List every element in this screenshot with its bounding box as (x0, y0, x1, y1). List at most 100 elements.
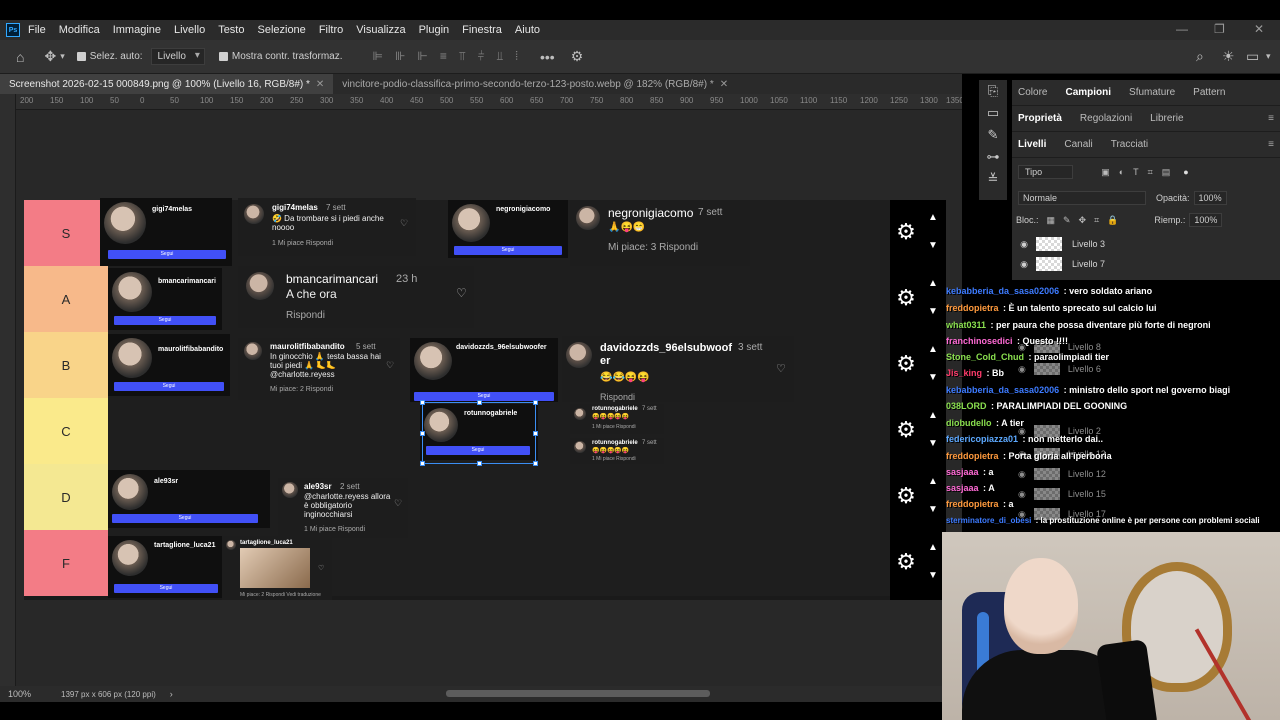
tab-sfumature[interactable]: Sfumature (1129, 87, 1175, 98)
chevron-up-icon[interactable]: ▲ (928, 344, 938, 355)
transform-handle[interactable] (420, 431, 425, 436)
menu-filtro[interactable]: Filtro (319, 24, 343, 36)
heart-icon[interactable]: ♡ (318, 564, 324, 572)
opacity-input[interactable]: 100% (1193, 191, 1227, 205)
gear-icon[interactable]: ⚙ (571, 48, 584, 65)
menu-testo[interactable]: Testo (218, 24, 244, 36)
tab-librerie[interactable]: Librerie (1150, 113, 1183, 124)
blend-mode-dropdown[interactable]: Normale (1018, 191, 1147, 205)
align-bottom-icon[interactable]: ⫫ (497, 49, 504, 64)
menu-finestra[interactable]: Finestra (462, 24, 502, 36)
chevron-down-icon[interactable]: ▼ (928, 438, 938, 449)
eye-icon[interactable]: ◉ (1012, 239, 1036, 250)
chevron-up-icon[interactable]: ▲ (928, 278, 938, 289)
transform-handle[interactable] (420, 400, 425, 405)
gear-icon[interactable]: ⚙ (894, 550, 918, 574)
workspace-icon[interactable]: ▭ (1246, 48, 1259, 65)
brightness-icon[interactable]: ☀ (1222, 48, 1235, 65)
chevron-down-icon[interactable]: ▼ (928, 570, 938, 581)
workspace-chevron-icon[interactable]: ▾ (1266, 51, 1271, 62)
heart-icon[interactable]: ♡ (776, 362, 786, 375)
profile-card[interactable]: negronigiacomo Segui (448, 200, 568, 258)
move-tool-icon[interactable]: ✥ (44, 48, 56, 65)
gear-icon[interactable]: ⚙ (894, 220, 918, 244)
auto-select-checkbox[interactable] (76, 51, 90, 63)
follow-button[interactable]: Segui (108, 250, 226, 259)
minimize-icon[interactable]: — (1176, 22, 1188, 36)
profile-card[interactable]: bmancarimancari Segui (108, 268, 222, 330)
transform-handle[interactable] (533, 431, 538, 436)
menu-modifica[interactable]: Modifica (59, 24, 100, 36)
follow-button[interactable]: Segui (112, 514, 258, 523)
align-right-icon[interactable]: ⊩ (417, 49, 427, 64)
tab-tracciati[interactable]: Tracciati (1111, 139, 1148, 150)
more-options-icon[interactable]: ••• (540, 49, 555, 65)
search-icon[interactable]: ⌕ (1196, 48, 1204, 65)
close-window-icon[interactable]: ✕ (1254, 22, 1264, 36)
layer-row[interactable]: ◉ Livello 3 (1012, 234, 1280, 254)
horizontal-scrollbar[interactable] (446, 690, 710, 697)
layer-kind-filter[interactable]: Tipo (1018, 165, 1074, 179)
profile-card[interactable]: tartaglione_luca21 Segui (108, 536, 224, 598)
heart-icon[interactable]: ♡ (456, 286, 467, 300)
menu-aiuto[interactable]: Aiuto (515, 24, 540, 36)
transform-selection[interactable] (420, 400, 538, 466)
heart-icon[interactable]: ♡ (394, 498, 402, 509)
auto-select-dropdown[interactable]: Livello (150, 48, 205, 65)
chevron-down-icon[interactable]: ▼ (928, 504, 938, 515)
filter-toggle-icon[interactable]: ● (1183, 167, 1188, 177)
follow-button[interactable]: Segui (454, 246, 562, 255)
adjust-icon[interactable]: ⊶ (979, 146, 1007, 168)
align-middle-icon[interactable]: ⫩ (478, 49, 485, 64)
transform-handle[interactable] (420, 461, 425, 466)
tab-screenshot[interactable]: Screenshot 2026-02-15 000849.png @ 100% … (0, 74, 334, 94)
tab-pattern[interactable]: Pattern (1193, 87, 1225, 98)
tab-regolazioni[interactable]: Regolazioni (1080, 113, 1132, 124)
menu-immagine[interactable]: Immagine (113, 24, 161, 36)
gear-icon[interactable]: ⚙ (894, 418, 918, 442)
profile-card[interactable]: gigi74melas Segui (100, 198, 232, 266)
align-center-icon[interactable]: ⊪ (395, 49, 405, 64)
align-top-icon[interactable]: ⫪ (459, 49, 466, 64)
filter-icons[interactable]: ▣◐T⌗▤ (1101, 167, 1179, 178)
distribute-v-icon[interactable]: ⦙ (515, 49, 518, 64)
home-icon[interactable]: ⌂ (16, 49, 24, 65)
panel-menu-icon[interactable]: ≡ (1268, 113, 1274, 124)
chevron-up-icon[interactable]: ▲ (928, 476, 938, 487)
sliders-icon[interactable]: ≚ (979, 168, 1007, 190)
tab-proprieta[interactable]: Proprietà (1018, 113, 1062, 124)
gear-icon[interactable]: ⚙ (894, 484, 918, 508)
menu-visualizza[interactable]: Visualizza (356, 24, 405, 36)
lock-icons[interactable]: ▦✎✥⌗🔒 (1047, 215, 1127, 226)
fill-input[interactable]: 100% (1189, 213, 1223, 227)
tool-preset-chevron-icon[interactable]: ▾ (60, 51, 65, 62)
show-transform-checkbox[interactable] (218, 51, 232, 63)
close-icon[interactable]: ✕ (316, 79, 324, 90)
transform-handle[interactable] (533, 461, 538, 466)
chevron-down-icon[interactable]: ▼ (928, 240, 938, 251)
follow-button[interactable]: Segui (114, 316, 216, 325)
profile-card[interactable]: ale93sr Segui (108, 470, 270, 528)
tab-canali[interactable]: Canali (1064, 139, 1092, 150)
distribute-icon[interactable]: ≡ (440, 49, 447, 64)
align-left-icon[interactable]: ⊫ (373, 49, 383, 64)
follow-button[interactable]: Segui (114, 382, 224, 391)
transform-handle[interactable] (477, 400, 482, 405)
status-chevron-icon[interactable]: › (170, 689, 173, 699)
heart-icon[interactable]: ♡ (400, 218, 408, 229)
close-icon[interactable]: ✕ (720, 79, 728, 90)
profile-card[interactable]: maurolitfibabandito Segui (108, 334, 230, 396)
menu-livello[interactable]: Livello (174, 24, 205, 36)
transform-handle[interactable] (533, 400, 538, 405)
menu-file[interactable]: File (28, 24, 46, 36)
tab-livelli[interactable]: Livelli (1018, 139, 1046, 150)
chevron-up-icon[interactable]: ▲ (928, 542, 938, 553)
tab-campioni[interactable]: Campioni (1065, 87, 1111, 98)
heart-icon[interactable]: ♡ (386, 360, 394, 371)
maximize-icon[interactable]: ❐ (1214, 22, 1225, 36)
menu-plugin[interactable]: Plugin (419, 24, 450, 36)
chevron-down-icon[interactable]: ▼ (928, 306, 938, 317)
document-canvas[interactable]: S A B C D F gigi74melas Segui gigi74mela… (16, 110, 962, 686)
tab-podio[interactable]: vincitore-podio-classifica-primo-secondo… (333, 74, 737, 94)
history-icon[interactable]: ⎘ (979, 80, 1007, 102)
